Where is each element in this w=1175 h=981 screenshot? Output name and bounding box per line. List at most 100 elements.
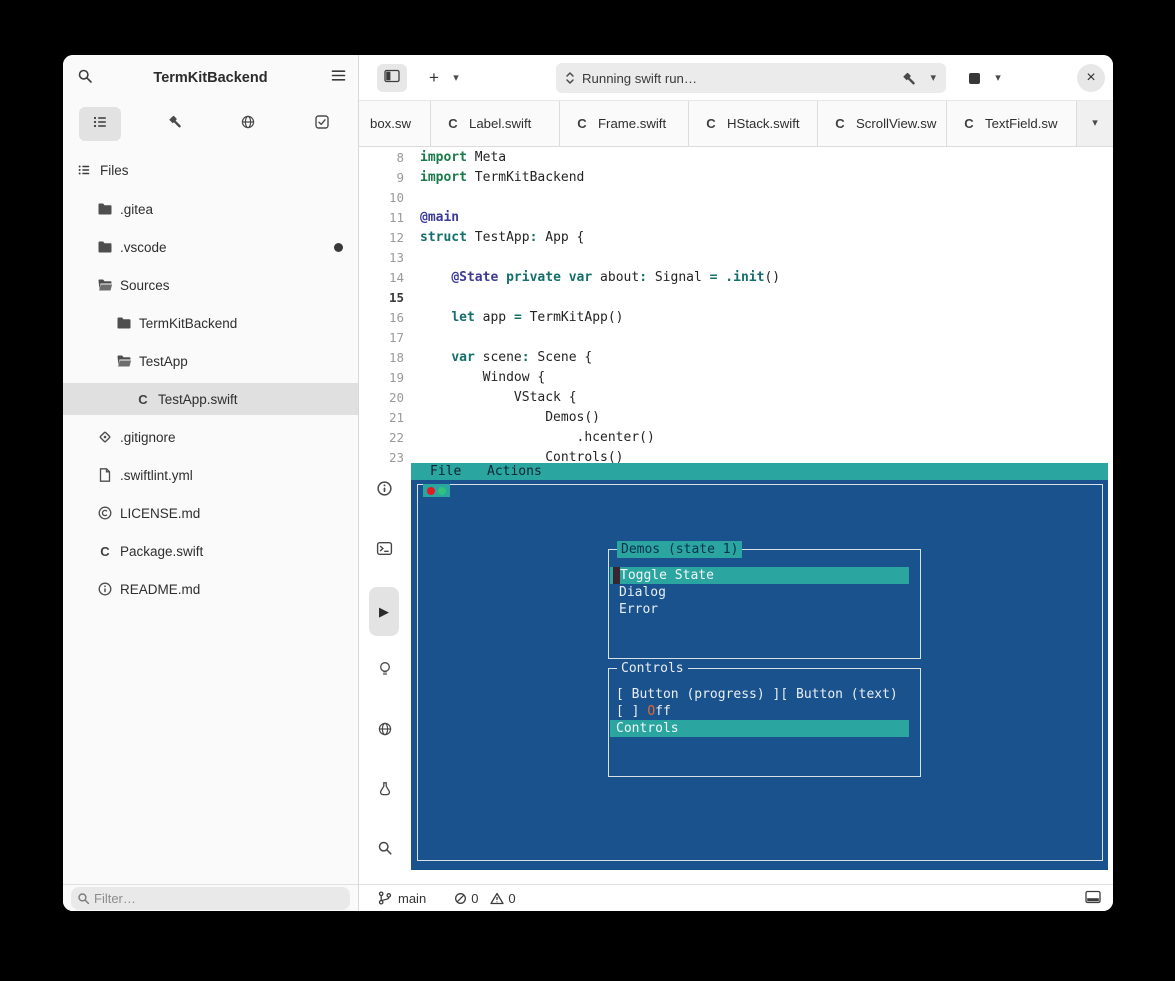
files-section-header[interactable]: Files xyxy=(63,155,358,185)
menu-button[interactable] xyxy=(326,66,350,90)
filter-input[interactable] xyxy=(94,891,350,906)
terminal-panel[interactable]: FileActions Demos (state 1) Toggle State… xyxy=(411,463,1108,870)
tab-project-tree[interactable] xyxy=(79,107,121,141)
toggle-sidebar-button[interactable] xyxy=(377,64,407,92)
toggle-bottom-panel-button[interactable] xyxy=(1085,890,1101,907)
tree-item--swiftlint-yml[interactable]: .swiftlint.yml xyxy=(63,459,358,491)
c-file-icon: C xyxy=(135,391,151,407)
controls-frame-title: Controls xyxy=(617,660,688,677)
code-line-14: 14 @State private var about: Signal = .i… xyxy=(358,268,1113,288)
editor-tab-scrollview-sw[interactable]: CScrollView.sw xyxy=(818,101,947,146)
build-dropdown-icon[interactable]: ▾ xyxy=(930,73,936,84)
controls-selected-item[interactable]: Controls xyxy=(610,720,909,737)
code-text: Window { xyxy=(420,368,545,388)
code-line-13: 13 xyxy=(358,248,1113,268)
editor-tab-label-swift[interactable]: CLabel.swift xyxy=(431,101,560,146)
web-panel-button[interactable] xyxy=(368,715,401,748)
tree-item-package-swift[interactable]: CPackage.swift xyxy=(63,535,358,567)
checkbox-icon xyxy=(314,114,330,135)
editor-tab-hstack-swift[interactable]: CHStack.swift xyxy=(689,101,818,146)
project-title: TermKitBackend xyxy=(63,55,358,101)
tree-item-label: .gitea xyxy=(120,202,153,217)
line-number: 9 xyxy=(358,168,408,188)
menu-actions[interactable]: Actions xyxy=(487,463,542,480)
messages-button[interactable] xyxy=(368,474,401,507)
folder-open-icon xyxy=(116,353,132,369)
tree-item-termkitbackend[interactable]: TermKitBackend xyxy=(63,307,358,339)
terminal-button[interactable] xyxy=(368,534,401,567)
tree-item-label: TestApp.swift xyxy=(158,392,238,407)
search-panel-button[interactable] xyxy=(368,834,401,867)
code-editor[interactable]: 8import Meta9import TermKitBackend1011@m… xyxy=(358,147,1113,463)
line-number: 16 xyxy=(358,308,408,328)
run-output-button[interactable]: ▶ xyxy=(369,587,399,636)
stop-button[interactable] xyxy=(961,64,987,92)
close-window-button[interactable]: × xyxy=(1077,64,1105,92)
tui-menubar: File Actions xyxy=(411,463,1108,480)
editor-tab-box-sw[interactable]: box.sw xyxy=(358,101,431,146)
branch-button[interactable]: main xyxy=(378,891,426,906)
tab-build[interactable] xyxy=(153,107,195,141)
line-number: 13 xyxy=(358,248,408,268)
tree-item-sources[interactable]: Sources xyxy=(63,269,358,301)
new-tab-dropdown[interactable]: ▾ xyxy=(447,64,465,92)
flask-panel-button[interactable] xyxy=(368,775,401,808)
tab-overflow-button[interactable]: ▾ xyxy=(1077,101,1113,146)
build-hammer-icon[interactable] xyxy=(901,71,916,86)
line-number: 12 xyxy=(358,228,408,248)
code-line-10: 10 xyxy=(358,188,1113,208)
code-text: @main xyxy=(420,208,459,228)
code-text: import Meta xyxy=(420,148,506,168)
play-icon: ▶ xyxy=(379,604,389,620)
red-dot-icon[interactable] xyxy=(427,487,435,495)
tree-item-testapp-swift[interactable]: C TestApp.swift xyxy=(63,383,358,415)
editor-tab-bar: box.swCLabel.swiftCFrame.swiftCHStack.sw… xyxy=(358,101,1113,147)
tab-web[interactable] xyxy=(227,107,269,141)
tree-item-label: TestApp xyxy=(139,354,188,369)
buttons-row[interactable]: [ Button (progress) ][ Button (text) xyxy=(616,686,898,703)
editor-tab-textfield-sw[interactable]: CTextField.sw xyxy=(947,101,1077,146)
line-number: 22 xyxy=(358,428,408,448)
folder-open-icon xyxy=(97,277,113,293)
tree-item--gitea[interactable]: .gitea xyxy=(63,193,358,225)
editor-tab-label: Frame.swift xyxy=(598,116,666,131)
line-number: 10 xyxy=(358,188,408,208)
green-dot-icon[interactable] xyxy=(438,487,446,495)
code-text: let app = TermKitApp() xyxy=(420,308,624,328)
tree-item--vscode[interactable]: .vscode xyxy=(63,231,358,263)
demo-item-error[interactable]: Error xyxy=(619,601,658,618)
line-number: 15 xyxy=(358,288,408,308)
stop-dropdown[interactable]: ▾ xyxy=(989,64,1007,92)
desktop-background: TermKitBackend xyxy=(0,0,1175,981)
new-tab-button[interactable]: + xyxy=(421,64,447,92)
code-text: struct TestApp: App { xyxy=(420,228,584,248)
errors-indicator[interactable]: 0 xyxy=(454,891,478,906)
code-line-12: 12 struct TestApp: App { xyxy=(358,228,1113,248)
file-icon xyxy=(97,467,113,483)
omnibox[interactable]: Running swift run… ▾ xyxy=(556,63,946,93)
tree-item--gitignore[interactable]: .gitignore xyxy=(63,421,358,453)
close-icon: × xyxy=(1086,70,1095,86)
tab-todo[interactable] xyxy=(301,107,343,141)
globe-icon xyxy=(377,721,393,742)
omnibox-status-text: Running swift run… xyxy=(582,71,901,86)
editor-tab-frame-swift[interactable]: CFrame.swift xyxy=(560,101,689,146)
menu-file[interactable]: File xyxy=(430,463,461,480)
lightbulb-icon xyxy=(377,661,393,682)
files-section-label: Files xyxy=(100,163,129,178)
suggestions-button[interactable] xyxy=(368,655,401,688)
tree-item-label: README.md xyxy=(120,582,200,597)
demo-item-toggle-state[interactable]: Toggle State xyxy=(610,567,909,584)
warnings-indicator[interactable]: 0 xyxy=(490,891,515,906)
terminal-icon xyxy=(376,540,393,562)
tree-item-label: .swiftlint.yml xyxy=(120,468,193,483)
demo-item-dialog[interactable]: Dialog xyxy=(619,584,666,601)
diamond-icon xyxy=(97,429,113,445)
tree-item-readme-md[interactable]: README.md xyxy=(63,573,358,605)
search-icon xyxy=(377,840,393,861)
tree-item-testapp[interactable]: TestApp xyxy=(63,345,358,377)
tree-item-license-md[interactable]: LICENSE.md xyxy=(63,497,358,529)
checkbox-off[interactable]: [ ] Off xyxy=(616,703,671,720)
c-file-icon: C xyxy=(97,543,113,559)
c-file-icon: C xyxy=(445,116,461,131)
